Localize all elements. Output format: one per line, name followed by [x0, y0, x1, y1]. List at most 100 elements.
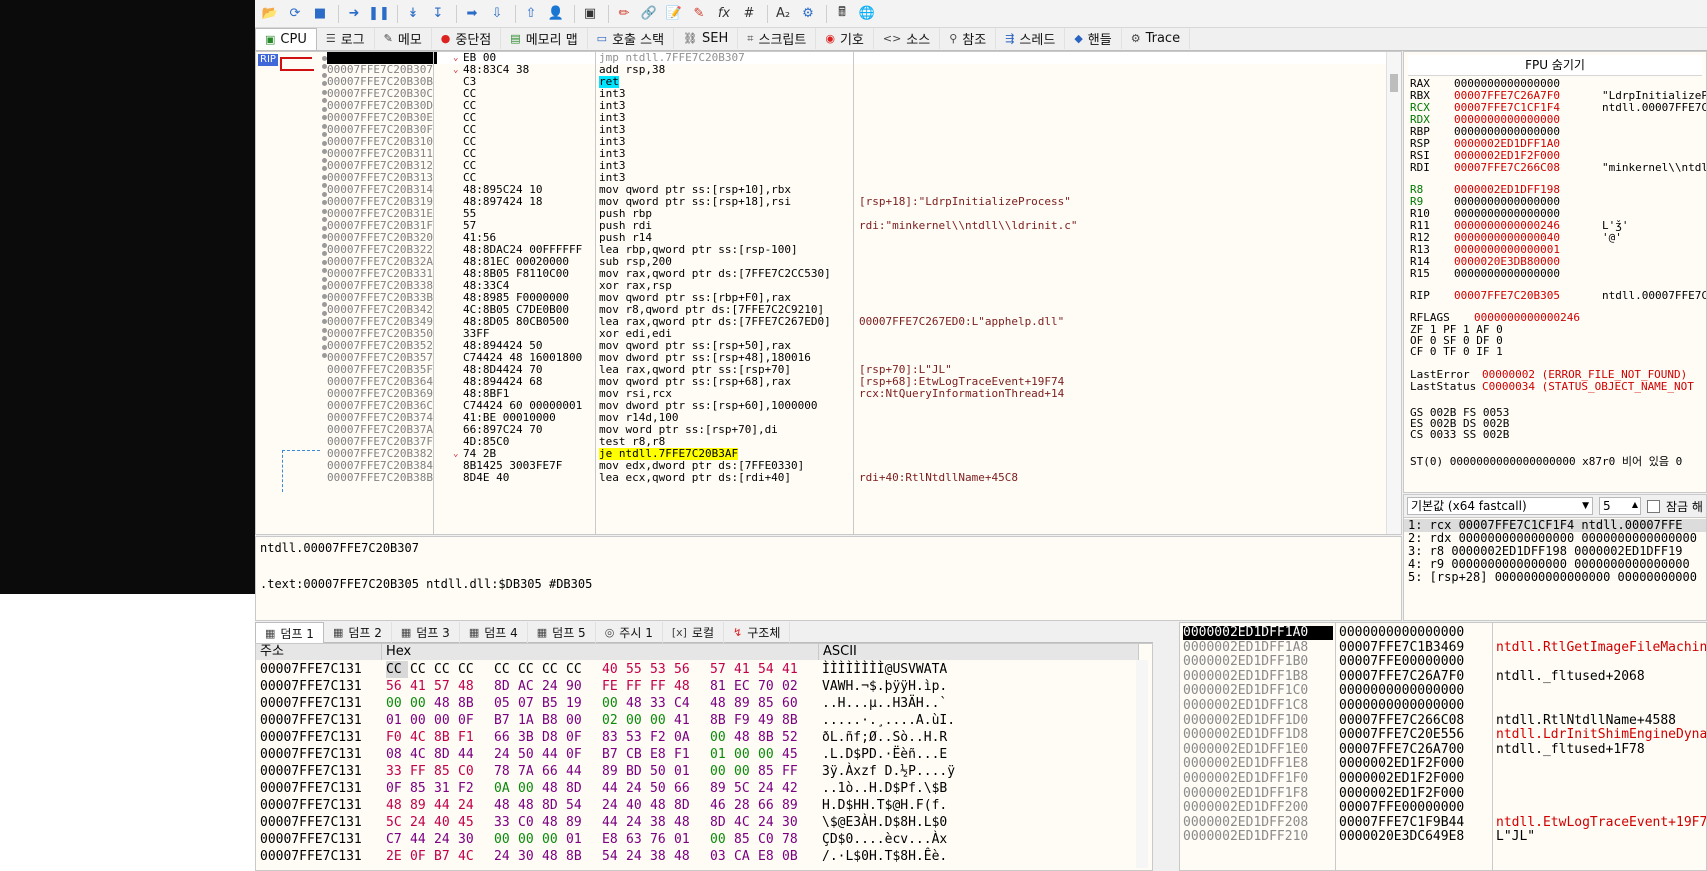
dump-byte[interactable]: C7: [386, 831, 408, 848]
dump-byte[interactable]: 56: [386, 678, 408, 695]
disassembly-scrollbar[interactable]: [1386, 52, 1401, 534]
dump-byte[interactable]: 90: [566, 678, 588, 695]
dump-byte[interactable]: 8B: [566, 848, 588, 865]
dump-byte[interactable]: 44: [602, 780, 624, 797]
dump-byte[interactable]: 0F: [458, 712, 480, 729]
dump-byte[interactable]: 45: [458, 814, 480, 831]
dump-header-hex[interactable]: Hex: [382, 644, 819, 660]
dump-byte[interactable]: 00: [410, 712, 432, 729]
dump-byte[interactable]: 66: [542, 763, 564, 780]
tab-trace[interactable]: ⚙ Trace: [1122, 28, 1191, 49]
dump-byte[interactable]: CC: [410, 661, 432, 678]
disasm-row[interactable]: 00007FFE7C20B30E CC int3: [327, 112, 1387, 124]
stack-row[interactable]: 0000002ED1DFF1D0 00007FFE7C266C08 ntdll.Rt…: [1180, 713, 1706, 728]
dump-byte[interactable]: 8B: [458, 695, 480, 712]
call-argument[interactable]: 5: [rsp+28] 0000000000000000 00000000000: [1408, 571, 1697, 584]
dump-byte[interactable]: 33: [386, 763, 408, 780]
dump-byte[interactable]: 89: [410, 797, 432, 814]
tab-call-stack[interactable]: ▭ 호출 스택: [588, 28, 675, 49]
fpu-st0[interactable]: ST(0) 0000000000000000000 x87r0 비어 있음 0: [1410, 456, 1682, 468]
dump-byte[interactable]: 19: [566, 695, 588, 712]
tab-threads[interactable]: ⇶ 스레드: [996, 28, 1066, 49]
dump-byte[interactable]: 8B: [782, 712, 804, 729]
disasm-row[interactable]: 00007FFE7C20B30B C3 ret: [327, 76, 1387, 88]
dump-byte[interactable]: CC: [566, 661, 588, 678]
dump-byte[interactable]: FE: [602, 678, 624, 695]
segment-row[interactable]: CS 0033 SS 002B: [1410, 429, 1509, 441]
dump-byte[interactable]: 48: [650, 797, 672, 814]
disasm-row[interactable]: 00007FFE7C20B30C CC int3: [327, 88, 1387, 100]
dump-byte[interactable]: 66: [674, 780, 696, 797]
dump-byte[interactable]: 38: [650, 848, 672, 865]
hash-icon[interactable]: #: [738, 3, 760, 25]
stack-row[interactable]: 0000002ED1DFF210 0000020E3DC649E8 L"JL": [1180, 830, 1706, 844]
dump-byte[interactable]: 3B: [518, 729, 540, 746]
tab-breakpoint[interactable]: ● 중단점: [432, 28, 502, 49]
calculator-icon[interactable]: 🖩: [831, 3, 853, 25]
dump-byte[interactable]: 8D: [434, 746, 456, 763]
dump-byte[interactable]: CB: [626, 746, 648, 763]
dump-tab[interactable]: ◎ 주시 1: [596, 622, 663, 643]
dump-byte[interactable]: 8D: [674, 797, 696, 814]
dump-byte[interactable]: 48: [518, 797, 540, 814]
dump-byte[interactable]: 52: [782, 729, 804, 746]
dump-byte[interactable]: 89: [602, 763, 624, 780]
dump-byte[interactable]: 49: [758, 712, 780, 729]
dump-byte[interactable]: 00: [386, 695, 408, 712]
dump-byte[interactable]: 00: [626, 712, 648, 729]
dump-byte[interactable]: 01: [674, 763, 696, 780]
execute-till-return-icon[interactable]: ⇧: [520, 3, 542, 25]
dump-byte[interactable]: 54: [566, 797, 588, 814]
dump-byte[interactable]: 40: [434, 814, 456, 831]
tab-source[interactable]: <> 소스: [874, 28, 941, 49]
dump-byte[interactable]: CC: [518, 661, 540, 678]
stack-row[interactable]: 0000002ED1DFF1B0 00007FFE00000000: [1180, 655, 1706, 669]
dump-byte[interactable]: 54: [758, 661, 780, 678]
dump-byte[interactable]: 0A: [674, 729, 696, 746]
dump-byte[interactable]: 8B: [434, 729, 456, 746]
stack-row[interactable]: 0000002ED1DFF1C0 0000000000000000: [1180, 684, 1706, 698]
dump-tab[interactable]: ▦ 덤프 4: [460, 622, 528, 643]
flags-row[interactable]: CF 0 TF 0 IF 1: [1410, 346, 1503, 358]
dump-byte[interactable]: 00: [710, 729, 732, 746]
dump-byte[interactable]: 00: [734, 763, 756, 780]
dump-byte[interactable]: 33: [650, 695, 672, 712]
dump-byte[interactable]: 85: [734, 831, 756, 848]
dump-byte[interactable]: 8D: [542, 797, 564, 814]
disasm-row[interactable]: 00007FFE7C20B319 48:897424 18 mov qword pt…: [327, 196, 1387, 208]
dump-byte[interactable]: AC: [518, 678, 540, 695]
step-over-icon[interactable]: ↧: [427, 3, 449, 25]
stack-row[interactable]: 0000002ED1DFF1B8 00007FFE7C26A7F0 ntdll._f…: [1180, 669, 1706, 684]
tab-seh[interactable]: ⛓ SEH: [674, 28, 739, 49]
dump-byte[interactable]: 00: [710, 763, 732, 780]
dump-byte[interactable]: 00: [602, 695, 624, 712]
dump-byte[interactable]: F1: [674, 746, 696, 763]
dump-byte[interactable]: 00: [410, 695, 432, 712]
dump-byte[interactable]: C0: [518, 814, 540, 831]
dump-byte[interactable]: CC: [458, 661, 480, 678]
dump-byte[interactable]: 24: [602, 797, 624, 814]
stack-row[interactable]: 0000002ED1DFF1A0 0000000000000000: [1180, 626, 1706, 640]
tab-cpu[interactable]: ▣ CPU: [255, 28, 317, 50]
dump-byte[interactable]: FF: [650, 678, 672, 695]
dump-header-ascii[interactable]: ASCII: [819, 644, 1139, 660]
dump-byte[interactable]: 54: [602, 848, 624, 865]
dump-byte[interactable]: 00: [494, 831, 516, 848]
dump-byte[interactable]: 02: [782, 678, 804, 695]
dump-byte[interactable]: 00: [650, 712, 672, 729]
dump-byte[interactable]: 63: [626, 831, 648, 848]
dump-byte[interactable]: 44: [602, 814, 624, 831]
dump-byte[interactable]: 0F: [566, 746, 588, 763]
tab-script[interactable]: ⌗ 스크립트: [738, 28, 817, 49]
calling-convention-select[interactable]: 기본값 (x64 fastcall) ▼: [1407, 497, 1593, 515]
dump-byte[interactable]: 00: [566, 712, 588, 729]
step-into-icon[interactable]: ↡: [402, 3, 424, 25]
stack-row[interactable]: 0000002ED1DFF1C8 0000000000000000: [1180, 699, 1706, 713]
dump-byte[interactable]: 5C: [734, 780, 756, 797]
dump-byte[interactable]: 85: [410, 780, 432, 797]
stack-row[interactable]: 0000002ED1DFF208 00007FFE7C1F9B44 ntdll.Et…: [1180, 815, 1706, 830]
dump-byte[interactable]: 44: [542, 746, 564, 763]
dump-byte[interactable]: 4C: [410, 729, 432, 746]
dump-byte[interactable]: 30: [782, 814, 804, 831]
dump-byte[interactable]: 01: [386, 712, 408, 729]
